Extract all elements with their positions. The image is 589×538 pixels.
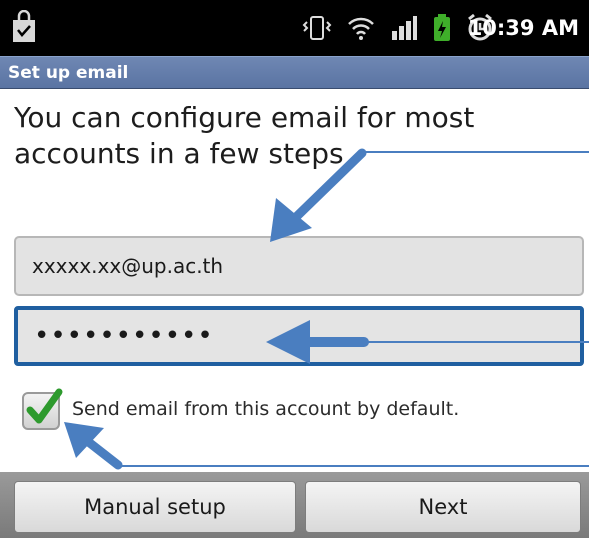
setup-email-screen: 10:39 AM Set up email You can configure … [0,0,589,538]
wifi-icon [346,13,376,43]
password-field[interactable] [14,306,584,366]
shopping-bag-icon [10,9,38,44]
vibrate-icon [302,13,332,43]
manual-setup-button[interactable]: Manual setup [14,481,296,533]
default-account-checkbox[interactable] [22,388,63,430]
button-bar: Manual setup Next [0,472,589,538]
checkmark-icon [26,388,63,424]
page-title: Set up email [0,56,589,89]
default-account-label: Send email from this account by default. [72,398,460,420]
status-bar: 10:39 AM [0,0,589,56]
intro-text: You can configure email for most account… [14,101,475,170]
signal-icon [390,13,418,43]
status-time: 10:39 AM [467,16,579,40]
default-account-option[interactable]: Send email from this account by default. [22,388,582,432]
next-button[interactable]: Next [305,481,581,533]
email-field[interactable] [14,236,584,296]
battery-charging-icon [432,13,452,43]
